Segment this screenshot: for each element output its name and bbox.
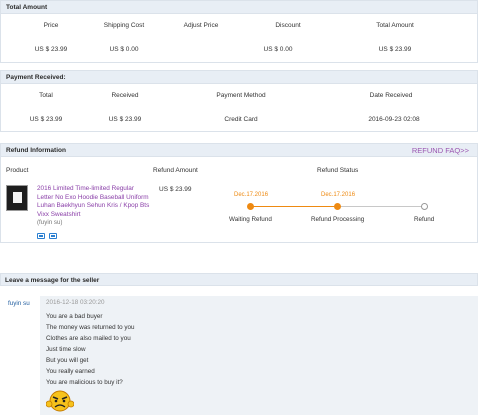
step-3-dot — [421, 203, 428, 210]
adjust-price-header: Adjust Price — [183, 22, 219, 29]
price-value: US $ 23.99 — [34, 46, 68, 53]
message-line: Just time slow — [46, 346, 86, 353]
date-received-header: Date Received — [369, 92, 413, 99]
message-line: But you will get — [46, 357, 89, 364]
payment-method-value: Credit Card — [224, 116, 258, 123]
payment-header-row: Total Received Payment Method Date Recei… — [1, 84, 477, 102]
message-line: You are a bad buyer — [46, 313, 103, 320]
message-panel: Leave a message for the seller fuyin su … — [0, 273, 478, 415]
step-1-dot — [247, 203, 254, 210]
refund-faq-link[interactable]: REFUND FAQ>> — [412, 146, 469, 155]
payment-method-header: Payment Method — [216, 92, 266, 99]
angry-emoji-icon — [46, 390, 74, 412]
refund-information-title: Refund Information REFUND FAQ>> — [1, 144, 477, 157]
step-3-label: Refund — [414, 216, 435, 223]
total-amount-value: US $ 23.99 — [378, 46, 412, 53]
product-thumbnail[interactable] — [6, 185, 28, 211]
payment-received-header: Received — [111, 92, 139, 99]
shipping-cost-header: Shipping Cost — [103, 22, 145, 29]
discount-value: US $ 0.00 — [263, 46, 293, 53]
payment-received-title: Payment Received: — [1, 71, 477, 84]
payment-received-panel: Payment Received: Total Received Payment… — [0, 70, 478, 132]
refund-information-label: Refund Information — [6, 147, 66, 154]
total-header-row: Price Shipping Cost Adjust Price Discoun… — [1, 14, 477, 32]
payment-total-value: US $ 23.99 — [29, 116, 63, 123]
product-column-header: Product — [6, 167, 29, 174]
step-1-date: Dec.17.2016 — [234, 192, 269, 198]
total-amount-panel: Total Amount Price Shipping Cost Adjust … — [0, 0, 478, 63]
payment-total-header: Total — [39, 92, 53, 99]
total-amount-header: Total Amount — [376, 22, 414, 29]
message-line: Clothes are also mailed to you — [46, 335, 131, 342]
shipping-cost-value: US $ 0.00 — [109, 46, 139, 53]
refund-information-panel: Refund Information REFUND FAQ>> Product … — [0, 143, 478, 243]
message-line: You really earned — [46, 368, 95, 375]
date-received-value: 2016-09-23 02:08 — [368, 116, 420, 123]
product-title-link[interactable]: 2016 Limited Time-limited Regular Letter… — [37, 185, 150, 219]
step-1-label: Waiting Refund — [229, 216, 272, 223]
step-2-dot — [334, 203, 341, 210]
refund-amount-column-header: Refund Amount — [153, 167, 198, 174]
message-line: You are malicious to buy it? — [46, 379, 123, 386]
price-header: Price — [43, 22, 59, 29]
message-timestamp: 2016-12-18 03:20:20 — [46, 299, 105, 306]
total-amount-title: Total Amount — [1, 1, 477, 14]
snapshot-icon[interactable] — [37, 233, 45, 239]
refund-amount-value: US $ 23.99 — [159, 186, 192, 193]
photo-icon[interactable] — [49, 233, 57, 239]
payment-value-row: US $ 23.99 US $ 23.99 Credit Card 2016-0… — [1, 102, 477, 123]
payment-received-value: US $ 23.99 — [108, 116, 142, 123]
message-author[interactable]: fuyin su — [8, 300, 30, 307]
message-panel-title: Leave a message for the seller — [0, 273, 478, 286]
total-value-row: US $ 23.99 US $ 0.00 US $ 0.00 US $ 23.9… — [1, 32, 477, 53]
step-2-label: Refund Processing — [311, 216, 365, 223]
message-bubble: 2016-12-18 03:20:20 You are a bad buyer … — [40, 296, 478, 415]
message-line: The money was returned to you — [46, 324, 135, 331]
refund-progress-remaining — [337, 206, 424, 207]
discount-header: Discount — [275, 22, 301, 29]
refund-status-column-header: Refund Status — [317, 167, 359, 174]
buyer-name: (fuyin su) — [37, 219, 63, 226]
step-2-date: Dec.17.2016 — [321, 192, 356, 198]
